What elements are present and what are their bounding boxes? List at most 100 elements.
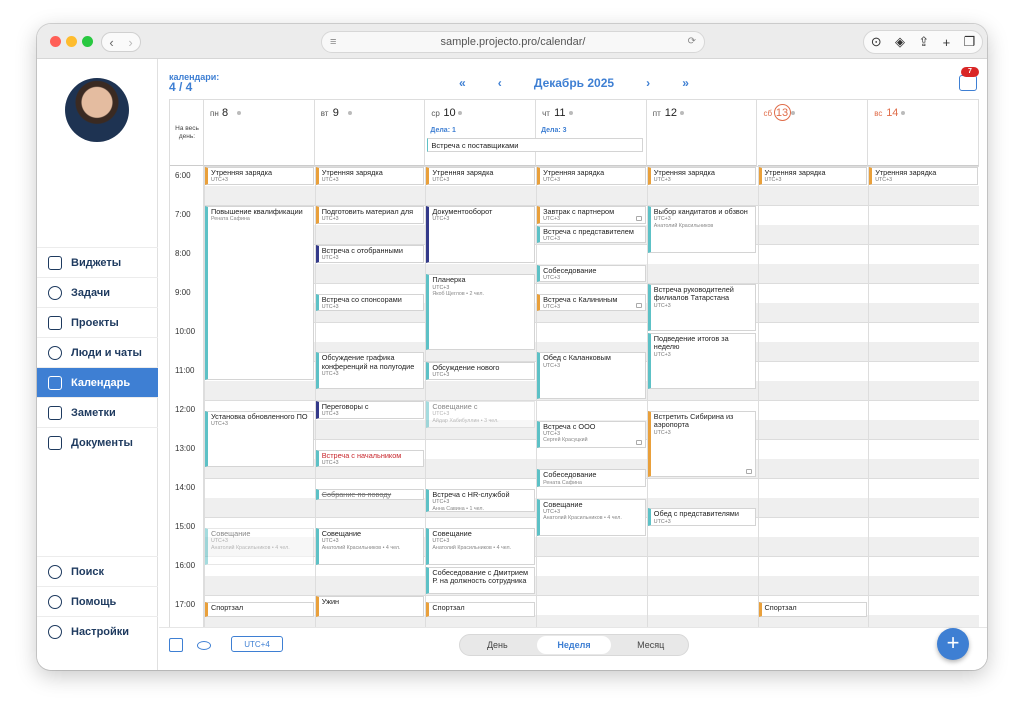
sidebar-item-settings[interactable]: Настройки bbox=[37, 616, 158, 646]
sidebar-item-tasks[interactable]: Задачи bbox=[37, 277, 158, 307]
view-tab-1[interactable]: Неделя bbox=[536, 636, 612, 654]
day-header-сб[interactable]: сб 13 bbox=[757, 100, 869, 166]
day-header-вт[interactable]: вт 9 bbox=[314, 100, 426, 166]
event-participants: Сергей Красуцкий bbox=[543, 437, 588, 444]
calendar-event[interactable]: Выбор кандитатов и обзвон UTC+3 Анатолий К… bbox=[647, 206, 757, 253]
day-header-вс[interactable]: вс 14 bbox=[868, 100, 979, 166]
allday-event[interactable]: Встреча с поставщиками bbox=[427, 138, 643, 152]
day-header-чт[interactable]: чт 11 Дела: 3 bbox=[536, 100, 647, 166]
calendar-event[interactable]: Утренняя зарядка UTC+3 bbox=[426, 167, 536, 185]
calendar-event[interactable]: Встреча с начальником UTC+3 bbox=[315, 449, 425, 468]
calendar-event[interactable]: Утренняя зарядка UTC+3 bbox=[537, 167, 646, 185]
day-header-пн[interactable]: пн 8 bbox=[204, 100, 315, 166]
calendar-event[interactable]: Обсуждение графика конференций на полуго… bbox=[315, 352, 425, 390]
event-timezone: UTC+3 bbox=[321, 371, 339, 378]
add-event-button[interactable]: + bbox=[937, 628, 969, 660]
event-timezone: UTC+3 bbox=[764, 177, 782, 184]
timezone-button[interactable]: UTC+4 bbox=[231, 636, 283, 652]
calendar-event[interactable]: Утренняя зарядка UTC+3 bbox=[758, 167, 868, 185]
download-icon[interactable]: ⊙ bbox=[871, 34, 882, 50]
calendar-event[interactable]: Встреча с ООО UTC+3 Сергей Красуцкий bbox=[537, 420, 646, 448]
calendar-event[interactable]: Встреча со спонсорами UTC+3 bbox=[315, 293, 425, 312]
calendar-event[interactable]: Встретить Сибирина из аэропорта UTC+3 bbox=[647, 410, 757, 477]
calendar-event[interactable]: Собеседование UTC+3 bbox=[537, 264, 646, 282]
sidebar-item-notes[interactable]: Заметки bbox=[37, 397, 158, 427]
day-header-пт[interactable]: пт 12 bbox=[646, 100, 758, 166]
calendar-event[interactable]: Встреча с HR-службой UTC+3 Анна Савина • 1… bbox=[426, 488, 536, 513]
calendar-event[interactable]: Утренняя зарядка UTC+3 bbox=[315, 167, 425, 185]
minimize-window-button[interactable] bbox=[66, 36, 77, 47]
view-tab-2[interactable]: Месяц bbox=[613, 640, 688, 650]
browser-window: ‹ › ≡ sample.projecto.pro/calendar/ ⟳ ⊙ ◈… bbox=[37, 24, 987, 670]
calendar-event[interactable]: Спортзал bbox=[205, 601, 314, 618]
sidebar-item-people[interactable]: Люди и чаты bbox=[37, 337, 158, 367]
day-divider bbox=[757, 166, 759, 627]
forward-icon[interactable]: › bbox=[128, 35, 132, 50]
day-task-count[interactable]: Дела: 1 bbox=[430, 127, 455, 134]
new-tab-icon[interactable]: + bbox=[943, 35, 951, 50]
calendar-event[interactable]: Совещание UTC+3 Анатолий Красильников • 4 … bbox=[315, 527, 425, 565]
maximize-window-button[interactable] bbox=[82, 36, 93, 47]
sidebar-item-search[interactable]: Поиск bbox=[37, 556, 158, 586]
share-icon[interactable]: ⇪ bbox=[918, 34, 929, 50]
sidebar-item-help[interactable]: Помощь bbox=[37, 586, 158, 616]
calendar-event[interactable]: Утренняя зарядка UTC+3 bbox=[647, 167, 757, 185]
calendar-event[interactable]: Совещание UTC+3 Анатолий Красильников • 4 … bbox=[537, 498, 646, 536]
calendar-event[interactable]: Встреча с Калининым UTC+3 bbox=[537, 293, 646, 312]
calendar-event[interactable]: Подготовить материал для UTC+3 bbox=[315, 206, 425, 224]
close-window-button[interactable] bbox=[50, 36, 61, 47]
calendars-counter[interactable]: календари: 4 / 4 bbox=[169, 72, 219, 93]
eye-icon[interactable] bbox=[197, 641, 211, 650]
calendar-event[interactable]: Утренняя зарядка UTC+3 bbox=[869, 167, 978, 185]
calendar-event[interactable]: Собеседование с Дмитрием Р. на должность… bbox=[426, 566, 536, 594]
view-tab-0[interactable]: День bbox=[460, 640, 535, 650]
calendar-event[interactable]: Совещание UTC+3 Анатолий Красильников • 4 … bbox=[426, 527, 536, 565]
tabs-overview-icon[interactable]: ❐ bbox=[964, 34, 976, 50]
calendar-event[interactable]: Совещание с UTC+3 Айдар Хабибуллин • 3 чел… bbox=[426, 401, 536, 429]
calendar-event[interactable]: Повышение квалификации Рената Сафина bbox=[205, 206, 314, 380]
sidebar-item-documents[interactable]: Документы bbox=[37, 427, 158, 457]
double-chevron-left-icon[interactable]: « bbox=[459, 76, 466, 90]
reload-icon[interactable]: ⟳ bbox=[688, 36, 696, 47]
calendar-event[interactable]: Встреча с отобранными UTC+3 bbox=[315, 245, 425, 263]
month-title[interactable]: Декабрь 2025 bbox=[534, 76, 614, 90]
back-icon[interactable]: ‹ bbox=[109, 35, 113, 50]
page-menu-icon[interactable]: ≡ bbox=[330, 36, 336, 48]
double-chevron-right-icon[interactable]: » bbox=[682, 76, 689, 90]
day-name: чт bbox=[542, 109, 550, 118]
event-timezone: UTC+3 bbox=[653, 177, 671, 184]
chevron-left-icon[interactable]: ‹ bbox=[498, 76, 502, 90]
day-header-ср[interactable]: ср 10 Дела: 1 bbox=[425, 100, 537, 166]
address-bar[interactable]: ≡ sample.projecto.pro/calendar/ ⟳ bbox=[321, 31, 705, 53]
home-icon[interactable] bbox=[169, 638, 183, 652]
calendar-event[interactable]: Документооборот UTC+3 bbox=[426, 206, 536, 263]
calendar-event[interactable]: Планерка UTC+3 Якоб Щеглов • 2 чел. bbox=[426, 274, 536, 351]
calendar-event[interactable]: Подведение итогов за неделю UTC+3 bbox=[647, 332, 757, 390]
inbox-icon[interactable]: 7 bbox=[959, 67, 979, 91]
user-avatar[interactable] bbox=[65, 78, 129, 142]
calendar-event[interactable]: Спортзал bbox=[758, 601, 868, 618]
sidebar-item-label: Виджеты bbox=[71, 256, 122, 269]
event-title: Собеседование bbox=[543, 265, 597, 275]
calendar-event[interactable]: Встреча руководителей филиалов Татарстан… bbox=[647, 284, 757, 331]
sidebar-item-widgets[interactable]: Виджеты bbox=[37, 247, 158, 277]
calendar-event[interactable]: Переговоры с UTC+3 bbox=[315, 401, 425, 419]
day-task-count[interactable]: Дела: 3 bbox=[541, 127, 566, 134]
calendar-event[interactable]: Обед с Каланковым UTC+3 bbox=[537, 352, 646, 399]
calendar-event[interactable]: Завтрак с партнером UTC+3 bbox=[537, 206, 646, 224]
calendar-event[interactable]: Собеседование Рената Сафина bbox=[537, 469, 646, 487]
shield-icon[interactable]: ◈ bbox=[895, 34, 905, 50]
calendar-event[interactable]: Совещание UTC+3 Анатолий Красильников • 4 … bbox=[205, 527, 314, 565]
sidebar-item-projects[interactable]: Проекты bbox=[37, 307, 158, 337]
calendar-event[interactable]: Встреча с представителем UTC+3 bbox=[537, 225, 646, 243]
event-title: Обед с представителями bbox=[653, 509, 739, 519]
calendar-event[interactable]: Утренняя зарядка UTC+3 bbox=[205, 167, 314, 185]
calendar-event[interactable]: Установка обновленного ПО UTC+3 bbox=[205, 410, 314, 468]
calendar-event[interactable]: Спортзал bbox=[426, 601, 536, 618]
calendar-event[interactable]: Ужин bbox=[315, 596, 425, 618]
calendar-event[interactable]: Обед с представителями UTC+3 bbox=[647, 508, 757, 526]
calendar-event[interactable]: Обсуждение нового UTC+3 bbox=[426, 362, 536, 380]
chevron-right-icon[interactable]: › bbox=[646, 76, 650, 90]
calendar-event[interactable]: Собрание по поводу bbox=[315, 488, 425, 501]
sidebar-item-calendar[interactable]: Календарь bbox=[37, 367, 158, 397]
